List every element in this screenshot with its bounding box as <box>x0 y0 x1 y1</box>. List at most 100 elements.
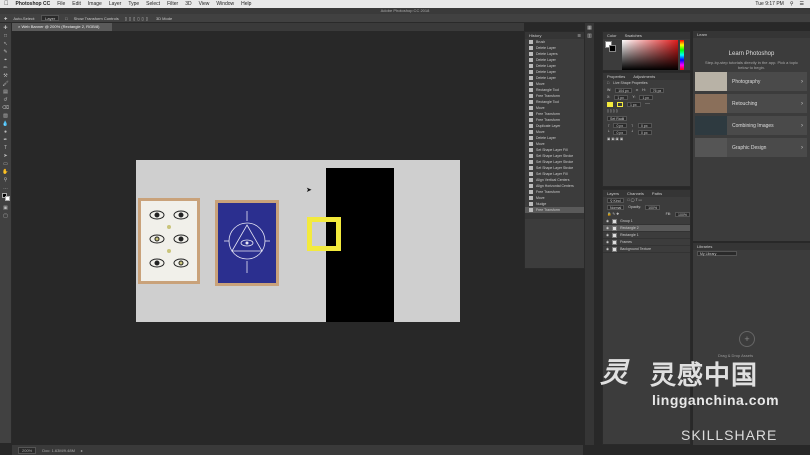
visibility-eye-icon[interactable]: ◉ <box>606 218 609 225</box>
link-icon[interactable]: ∞ <box>636 87 639 94</box>
history-tab[interactable]: History <box>529 32 541 39</box>
tab-swatches[interactable]: Swatches <box>625 32 642 39</box>
zoom-tool-icon[interactable]: ⚲ <box>2 177 10 183</box>
height-field[interactable]: 76 px <box>649 88 665 93</box>
corner-label[interactable]: Set Radii <box>607 116 628 121</box>
y-field[interactable]: 1 px <box>639 95 654 100</box>
show-transform-checkbox[interactable]: □ <box>65 16 67 21</box>
stamp-tool-icon[interactable]: ▤ <box>2 89 10 95</box>
blur-tool-icon[interactable]: 💧 <box>2 121 10 127</box>
layer-row[interactable]: ◉ Rectangle 2 <box>603 225 690 232</box>
menu-list-icon[interactable]: ☰ <box>800 1 804 7</box>
yellow-outline-rectangle[interactable] <box>307 217 341 251</box>
more-tools-icon[interactable]: … <box>2 185 10 191</box>
pathfinder-icons[interactable]: ▣ ▣ ▣ ▣ <box>607 136 623 143</box>
tab-paths[interactable]: Paths <box>652 190 662 197</box>
auto-select-dropdown[interactable]: Layer <box>41 15 60 21</box>
eye-poster-frame[interactable] <box>138 198 200 284</box>
move-tool-icon[interactable]: ✚ <box>2 25 10 31</box>
radius-br[interactable]: 0 px <box>637 130 652 135</box>
eyedropper-tool-icon[interactable]: ✏ <box>2 65 10 71</box>
learn-card-graphic-design[interactable]: Graphic Design › <box>695 138 807 157</box>
width-field[interactable]: 104 px <box>615 88 632 93</box>
radius-tl[interactable]: 0 px <box>613 123 628 128</box>
quick-mask-icon[interactable]: ▣ <box>2 205 10 211</box>
menu-layer[interactable]: Layer <box>109 1 122 7</box>
menu-filter[interactable]: Filter <box>167 1 178 7</box>
shape-tool-icon[interactable]: ▭ <box>2 161 10 167</box>
radius-tr[interactable]: 0 px <box>637 123 652 128</box>
eraser-tool-icon[interactable]: ⌫ <box>2 105 10 111</box>
crop-tool-icon[interactable]: ⌖ <box>2 57 10 63</box>
visibility-eye-icon[interactable]: ◉ <box>606 225 609 232</box>
visibility-eye-icon[interactable]: ◉ <box>606 232 609 239</box>
menu-3d[interactable]: 3D <box>185 1 191 7</box>
search-icon[interactable]: ⚲ <box>790 1 794 7</box>
color-spectrum[interactable] <box>622 40 678 70</box>
tab-adjustments[interactable]: Adjustments <box>633 73 655 80</box>
stroke-align-icons[interactable]: ▯ ▯ ▯ ▯ <box>607 108 618 115</box>
radius-bl[interactable]: 0 px <box>613 130 628 135</box>
x-field[interactable]: 1 px <box>614 95 629 100</box>
panel-icon-a[interactable]: ▦ <box>586 25 594 31</box>
document-canvas[interactable] <box>136 160 460 322</box>
align-icons[interactable]: ▯▯▯▯▯▯ <box>125 16 150 21</box>
healing-tool-icon[interactable]: ⚒ <box>2 73 10 79</box>
fill-swatch[interactable] <box>607 102 613 107</box>
move-tool-icon[interactable]: ✚ <box>4 16 7 21</box>
learn-card-photography[interactable]: Photography › <box>695 72 807 91</box>
foreground-color-swatch[interactable] <box>1 193 10 203</box>
fill-field[interactable]: 100% <box>675 212 690 217</box>
layer-row[interactable]: ◉ Group 1 <box>603 218 690 225</box>
menu-window[interactable]: Window <box>216 1 234 7</box>
plus-circle-icon[interactable]: + <box>739 331 755 347</box>
tab-color[interactable]: Color <box>607 32 617 39</box>
zoom-field[interactable]: 200% <box>18 446 37 454</box>
history-brush-icon[interactable]: ↺ <box>2 97 10 103</box>
stroke-style-icon[interactable]: ── <box>645 101 650 108</box>
layer-row[interactable]: ◉ Rectangle 1 <box>603 232 690 239</box>
blend-mode-dropdown[interactable]: Normal <box>607 205 625 210</box>
apple-icon[interactable]:  <box>4 1 9 7</box>
gradient-tool-icon[interactable]: ▧ <box>2 113 10 119</box>
quick-select-tool-icon[interactable]: ✎ <box>2 49 10 55</box>
menu-edit[interactable]: Edit <box>72 1 81 7</box>
close-tab-icon[interactable]: × <box>18 24 20 29</box>
tab-libraries[interactable]: Libraries <box>697 243 712 250</box>
menu-select[interactable]: Select <box>146 1 160 7</box>
menu-image[interactable]: Image <box>88 1 102 7</box>
hand-tool-icon[interactable]: ✋ <box>2 169 10 175</box>
library-dropdown[interactable]: My Library <box>697 251 737 256</box>
brush-tool-icon[interactable]: 🖌 <box>2 81 10 87</box>
layer-filter-dropdown[interactable]: ⚲ Kind <box>607 198 624 203</box>
menu-help[interactable]: Help <box>241 1 251 7</box>
pen-tool-icon[interactable]: ✒ <box>2 137 10 143</box>
menu-app[interactable]: Photoshop CC <box>16 1 51 7</box>
visibility-eye-icon[interactable]: ◉ <box>606 246 609 253</box>
screen-mode-icon[interactable]: ▢ <box>2 213 10 219</box>
lasso-tool-icon[interactable]: ➴ <box>2 41 10 47</box>
tab-layers[interactable]: Layers <box>607 190 619 197</box>
visibility-eye-icon[interactable]: ◉ <box>606 239 609 246</box>
filter-icons[interactable]: □ ◯ T ▭ <box>628 197 642 204</box>
stroke-width-field[interactable]: 1 px <box>627 102 641 107</box>
hue-slider[interactable] <box>680 40 684 70</box>
menu-type[interactable]: Type <box>128 1 139 7</box>
tab-learn[interactable]: Learn <box>697 31 707 38</box>
menu-view[interactable]: View <box>199 1 210 7</box>
stroke-swatch[interactable] <box>617 102 623 107</box>
layer-row[interactable]: ◉ Background Texture <box>603 246 690 253</box>
path-select-icon[interactable]: ➤ <box>2 153 10 159</box>
pyramid-poster-frame[interactable] <box>215 200 279 286</box>
type-tool-icon[interactable]: T <box>2 145 10 151</box>
status-arrow-icon[interactable]: ▸ <box>81 448 83 453</box>
tab-properties[interactable]: Properties <box>607 73 625 80</box>
tab-channels[interactable]: Channels <box>627 190 644 197</box>
learn-card-combining-images[interactable]: Combining Images › <box>695 116 807 135</box>
panel-menu-icon[interactable]: ☰ <box>577 32 584 39</box>
dodge-tool-icon[interactable]: ● <box>2 129 10 135</box>
learn-card-retouching[interactable]: Retouching › <box>695 94 807 113</box>
background-swatch[interactable] <box>609 45 616 52</box>
document-tab[interactable]: × Web Banner @ 200% (Rectangle 2, RGB/8) <box>12 23 112 31</box>
menu-file[interactable]: File <box>57 1 65 7</box>
